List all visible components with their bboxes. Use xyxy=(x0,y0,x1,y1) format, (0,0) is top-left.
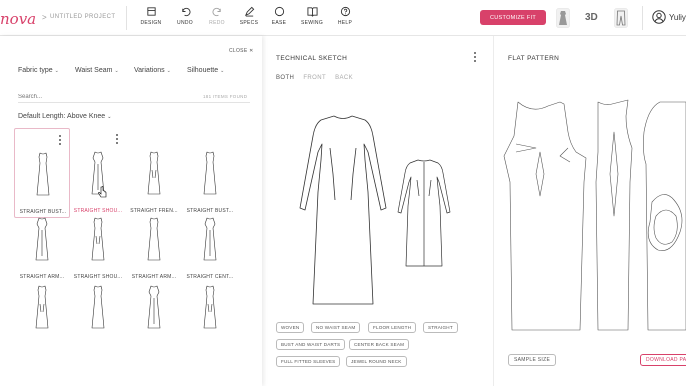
ease-icon xyxy=(274,6,284,17)
view-3d-button[interactable]: 3D xyxy=(585,12,598,23)
style-card[interactable] xyxy=(182,262,238,352)
more-options-icon[interactable] xyxy=(115,134,118,146)
more-options-icon[interactable] xyxy=(58,135,61,147)
top-bar: nova > UNTITLED PROJECT DESIGN UNDO REDO xyxy=(0,0,686,36)
dress-thumbnail-icon xyxy=(35,285,49,329)
tag-chip[interactable]: WOVEN xyxy=(276,322,305,333)
redo-icon xyxy=(211,7,221,17)
user-name[interactable]: Yuliya xyxy=(669,13,686,22)
pencil-icon xyxy=(244,6,254,17)
style-card[interactable] xyxy=(70,262,126,352)
flat-pattern-canvas xyxy=(503,99,686,331)
divider xyxy=(642,6,643,30)
tag-chip[interactable]: FLOOR LENGTH xyxy=(368,322,417,333)
section-title: FLAT PATTERN xyxy=(508,55,560,62)
dress-back-sketch xyxy=(397,159,451,267)
default-length-select[interactable]: Default Length: Above Knee ⌄ xyxy=(18,113,111,120)
design-label: DESIGN xyxy=(140,20,162,26)
tag-chip[interactable]: STRAIGHT xyxy=(423,322,458,333)
design-icon xyxy=(146,7,156,16)
style-card[interactable] xyxy=(14,262,70,352)
view-tabs: BOTH FRONT BACK xyxy=(276,75,360,81)
design-button[interactable]: DESIGN xyxy=(134,6,168,32)
book-icon xyxy=(306,7,318,17)
dress-thumbnail-icon xyxy=(91,285,105,329)
filter-label: Fabric type xyxy=(18,67,53,74)
more-options-icon[interactable] xyxy=(473,52,476,65)
dress-thumbnail-icon xyxy=(91,217,105,261)
pants-view-icon[interactable] xyxy=(614,8,628,28)
app-root: nova > UNTITLED PROJECT DESIGN UNDO REDO xyxy=(0,0,686,386)
technical-sketch-panel: TECHNICAL SKETCH BOTH FRONT BACK WOVEN N… xyxy=(262,36,494,386)
filter-label: Silhouette xyxy=(187,67,219,74)
ease-button[interactable]: EASE xyxy=(262,6,296,32)
redo-button[interactable]: REDO xyxy=(200,6,234,32)
sewing-button[interactable]: SEWING xyxy=(295,6,329,32)
chevron-down-icon: ⌄ xyxy=(54,68,59,74)
dress-thumbnail-icon xyxy=(203,151,217,195)
filter-waist-seam[interactable]: Waist Seam ⌄ xyxy=(75,67,119,74)
dress-thumbnail-icon xyxy=(147,217,161,261)
dress-thumbnail-icon xyxy=(203,217,217,261)
section-title: TECHNICAL SKETCH xyxy=(276,55,348,62)
help-label: HELP xyxy=(337,20,353,26)
undo-icon xyxy=(181,7,191,17)
flat-pattern-panel: FLAT PATTERN SAMPLE SIZE DOWNLOAD PATTER… xyxy=(494,36,686,386)
tag-chip[interactable]: FULL FITTED SLEEVES xyxy=(276,356,341,367)
help-button[interactable]: HELP xyxy=(328,6,362,32)
close-label: CLOSE xyxy=(229,48,248,54)
chevron-down-icon: ⌄ xyxy=(166,68,171,74)
project-title[interactable]: UNTITLED PROJECT xyxy=(50,14,115,20)
download-pattern-button[interactable]: DOWNLOAD PATTERN xyxy=(640,354,686,366)
customize-fit-button[interactable]: CUSTOMIZE FIT xyxy=(480,10,546,25)
tag-chip[interactable]: NO WAIST SEAM xyxy=(311,322,361,333)
undo-label: UNDO xyxy=(177,20,193,26)
tab-front[interactable]: FRONT xyxy=(303,75,326,81)
specs-label: SPECS xyxy=(239,20,259,26)
tab-back[interactable]: BACK xyxy=(335,75,353,81)
user-avatar-icon[interactable] xyxy=(652,10,666,24)
filter-silhouette[interactable]: Silhouette ⌄ xyxy=(187,67,224,74)
chevron-down-icon: ⌄ xyxy=(107,114,112,120)
dress-view-icon[interactable] xyxy=(556,8,570,28)
specs-button[interactable]: SPECS xyxy=(232,6,266,32)
ease-label: EASE xyxy=(271,20,287,26)
tab-both[interactable]: BOTH xyxy=(276,75,294,81)
pointer-cursor-icon xyxy=(98,186,107,198)
style-library-panel: CLOSE ✕ Fabric type ⌄ Waist Seam ⌄ Variati… xyxy=(0,36,262,386)
dress-thumbnail-icon xyxy=(35,217,49,261)
undo-button[interactable]: UNDO xyxy=(168,6,202,32)
filter-variations[interactable]: Variations ⌄ xyxy=(134,67,171,74)
dress-thumbnail-icon xyxy=(147,285,161,329)
tag-chip[interactable]: JEWEL ROUND NECK xyxy=(346,356,407,367)
divider xyxy=(126,6,127,30)
style-card[interactable] xyxy=(126,262,182,352)
breadcrumb-separator: > xyxy=(42,13,47,22)
help-icon xyxy=(340,6,350,17)
items-found-count: 181 ITEMS FOUND xyxy=(203,94,248,99)
close-icon: ✕ xyxy=(249,48,254,54)
dress-front-sketch xyxy=(299,115,387,305)
dress-thumbnail-icon xyxy=(147,151,161,195)
brand-logo[interactable]: nova xyxy=(0,10,36,28)
filter-label: Variations xyxy=(134,67,165,74)
sample-size-button[interactable]: SAMPLE SIZE xyxy=(508,354,557,366)
filter-bar: Fabric type ⌄ Waist Seam ⌄ Variations ⌄ Sil… xyxy=(18,67,248,77)
chevron-down-icon: ⌄ xyxy=(220,68,225,74)
close-panel-link[interactable]: CLOSE ✕ xyxy=(229,48,254,54)
filter-fabric-type[interactable]: Fabric type ⌄ xyxy=(18,67,59,74)
chevron-down-icon: ⌄ xyxy=(114,68,119,74)
default-length-label: Default Length: Above Knee xyxy=(18,113,106,120)
sewing-label: SEWING xyxy=(300,20,324,26)
tag-chip[interactable]: BUST AND WAIST DARTS xyxy=(276,339,346,350)
dress-thumbnail-icon xyxy=(203,285,217,329)
redo-label: REDO xyxy=(209,20,225,26)
filter-label: Waist Seam xyxy=(75,67,113,74)
dress-thumbnail-icon xyxy=(36,152,50,196)
tag-chip[interactable]: CENTER BACK SEAM xyxy=(349,339,410,350)
